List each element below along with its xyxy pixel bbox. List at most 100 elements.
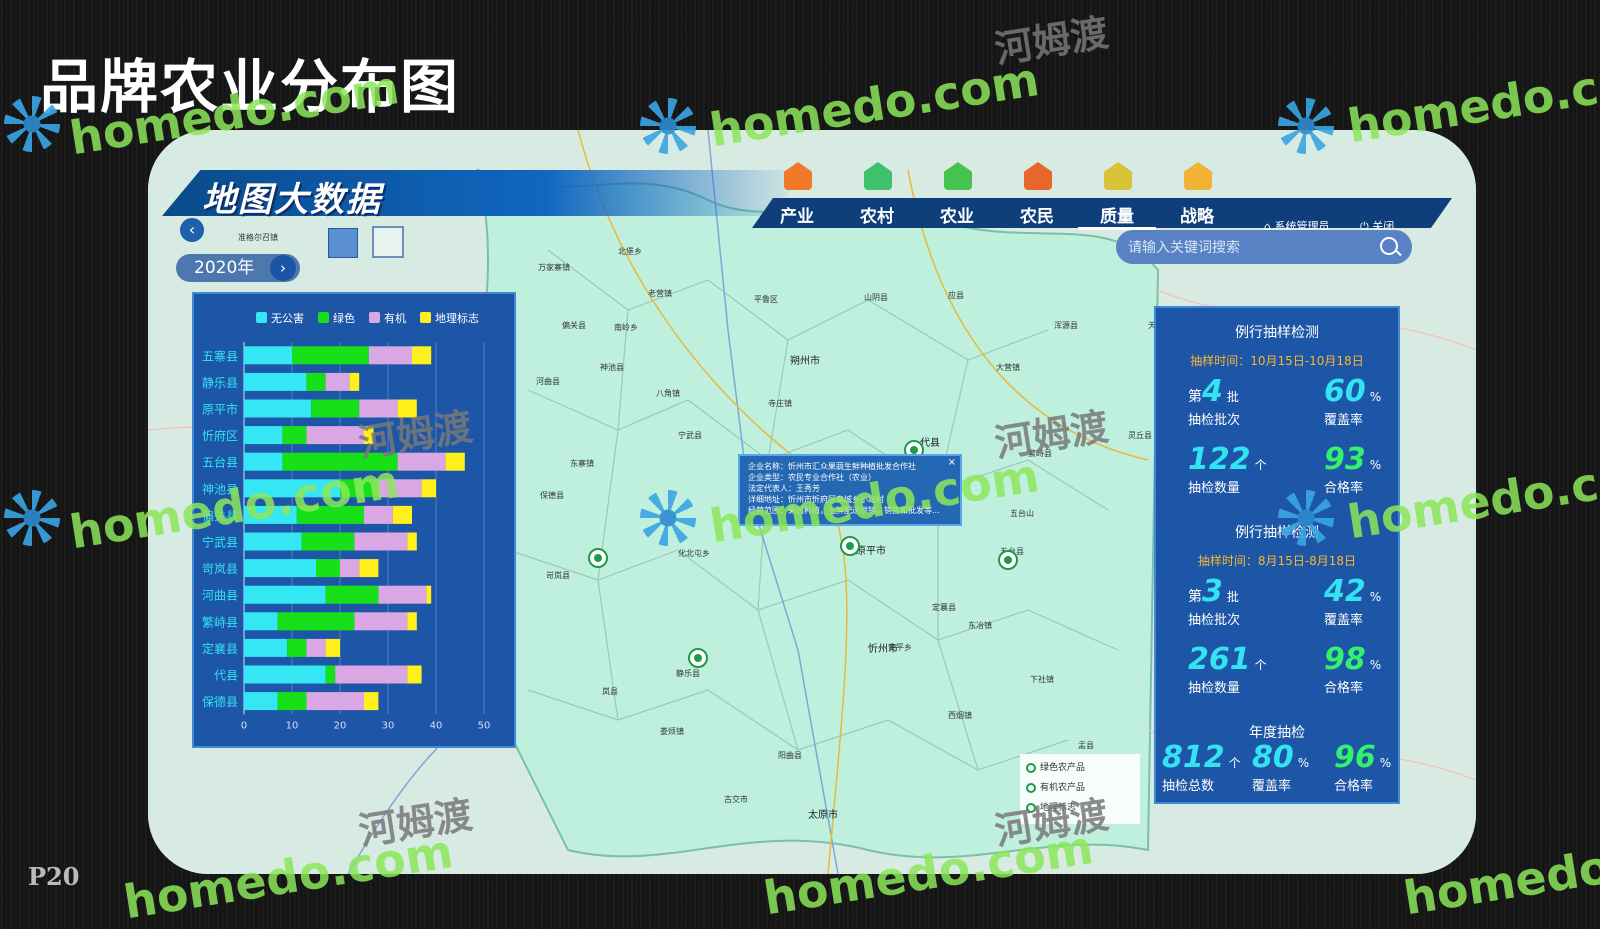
nav-tab-label: 农村 — [860, 207, 894, 227]
bar-segment — [306, 692, 364, 711]
map-place-label: 平鲁区 — [754, 295, 778, 304]
category-label: 定襄县 — [202, 641, 238, 656]
map-place-label: 娄烦镇 — [660, 727, 684, 736]
select-area-button[interactable] — [372, 226, 404, 258]
map-place-label: 河曲县 — [536, 377, 560, 386]
watermark-logo-icon — [640, 490, 696, 546]
map-place-label: 准格尔召镇 — [238, 233, 278, 242]
bar-segment — [287, 638, 307, 657]
bar-segment — [412, 346, 432, 365]
bar-segment — [368, 346, 412, 365]
bar-segment — [306, 426, 364, 445]
bar-segment — [364, 692, 379, 711]
nav-tab-1[interactable]: 农村 — [838, 162, 916, 228]
nav-tab-2[interactable]: 农业 — [918, 162, 996, 228]
bar-segment — [244, 612, 278, 631]
green-product-icon — [1026, 762, 1036, 773]
category-label: 岢岚县 — [202, 562, 238, 576]
search-icon[interactable] — [1380, 237, 1398, 255]
nav-tab-4[interactable]: 质量 — [1078, 162, 1156, 230]
map-place-label: 万家寨镇 — [538, 263, 570, 272]
nav-tab-0[interactable]: 产业 — [758, 162, 836, 228]
legend-swatch — [369, 312, 380, 323]
map-marker-green-product[interactable] — [588, 548, 608, 568]
map-place-label: 岚县 — [602, 687, 618, 696]
nav-tab-5[interactable]: 战略 — [1158, 162, 1236, 228]
bar-segment — [407, 665, 422, 684]
watermark-logo-icon — [1278, 98, 1334, 154]
bar-segment — [244, 638, 288, 657]
category-label: 五台县 — [202, 455, 238, 470]
bar-segment — [244, 346, 292, 365]
nav-tab-label: 质量 — [1078, 202, 1156, 230]
bar-segment — [244, 692, 278, 711]
map-place-label: 化北屯乡 — [678, 549, 710, 558]
section1-coverage: 60% 覆盖率 — [1324, 374, 1382, 428]
map-place-label: 盂县 — [1078, 741, 1094, 750]
legend-label: 地理标志 — [435, 311, 479, 325]
bar-segment — [359, 559, 379, 578]
bar-segment — [325, 372, 350, 391]
inspection-stats-panel: 例行抽样检测 抽样时间：10月15日-10月18日 第4 批 抽检批次 60% 覆… — [1154, 306, 1400, 804]
map-marker-green-product[interactable] — [998, 550, 1018, 570]
legend-label: 绿色 — [333, 311, 355, 325]
map-place-label: 山阴县 — [864, 293, 888, 302]
watermark-logo-icon — [1278, 490, 1334, 546]
bar-segment — [325, 585, 379, 604]
annual-title: 年度抽检 — [1249, 725, 1305, 741]
map-place-label: 东寨镇 — [570, 459, 594, 468]
bar-segment — [244, 665, 326, 684]
bar-segment — [378, 585, 427, 604]
section1-title: 例行抽样检测 — [1235, 325, 1319, 341]
bar-segment — [244, 452, 283, 471]
section2-count: 261 个 抽检数量 — [1188, 642, 1267, 696]
app-title: 地图大数据 — [202, 180, 382, 220]
map-place-label: 偏关县 — [562, 321, 586, 330]
bar-segment — [277, 692, 307, 711]
bar-segment — [311, 399, 360, 418]
x-tick-label: 20 — [334, 720, 347, 731]
annual-coverage: 80% 覆盖率 — [1252, 740, 1310, 794]
bar-segment — [301, 532, 355, 551]
map-place-label: 寺庄镇 — [768, 399, 792, 408]
x-tick-label: 30 — [382, 720, 395, 731]
annual-total: 812 个 抽检总数 — [1162, 740, 1241, 794]
bar-segment — [354, 612, 408, 631]
watermark-logo-icon — [4, 490, 60, 546]
bar-segment — [445, 452, 465, 471]
map-marker-green-product[interactable] — [840, 536, 860, 556]
nav-tab-label: 农业 — [940, 207, 974, 227]
next-year-button[interactable]: › — [270, 255, 296, 281]
search-box — [1116, 230, 1412, 264]
legend-swatch — [256, 312, 267, 323]
nav-tab-label: 战略 — [1180, 207, 1214, 227]
bar-segment — [244, 426, 283, 445]
bar-segment — [316, 559, 340, 578]
bar-segment — [244, 532, 302, 551]
x-tick-label: 40 — [430, 720, 443, 731]
category-label: 静乐县 — [202, 376, 238, 390]
bar-segment — [244, 559, 316, 578]
legend-swatch — [318, 312, 329, 323]
map-place-label: 大营镇 — [996, 363, 1020, 372]
bar-segment — [349, 372, 360, 391]
search-input[interactable] — [1126, 236, 1360, 260]
bar-segment — [426, 585, 432, 604]
map-place-label: 安平乡 — [888, 643, 912, 652]
map-marker-green-product[interactable] — [688, 648, 708, 668]
section2-time: 抽样时间：8月15日-8月18日 — [1197, 554, 1357, 568]
category-label: 河曲县 — [202, 589, 238, 603]
nav-tab-3[interactable]: 农民 — [998, 162, 1076, 228]
bar-segment — [282, 426, 307, 445]
map-place-label: 应县 — [948, 291, 964, 300]
bar-segment — [277, 612, 355, 631]
bar-segment — [340, 559, 360, 578]
map-place-label: 灵丘县 — [1128, 431, 1152, 440]
map-place-label: 定襄县 — [932, 603, 956, 612]
home-button[interactable] — [328, 228, 358, 258]
back-button[interactable]: ‹ — [180, 218, 204, 242]
bar-segment — [354, 532, 408, 551]
map-place-label: 宁武县 — [678, 431, 702, 440]
nav-tab-label: 产业 — [780, 207, 814, 227]
legend-label: 有机 — [384, 311, 406, 325]
